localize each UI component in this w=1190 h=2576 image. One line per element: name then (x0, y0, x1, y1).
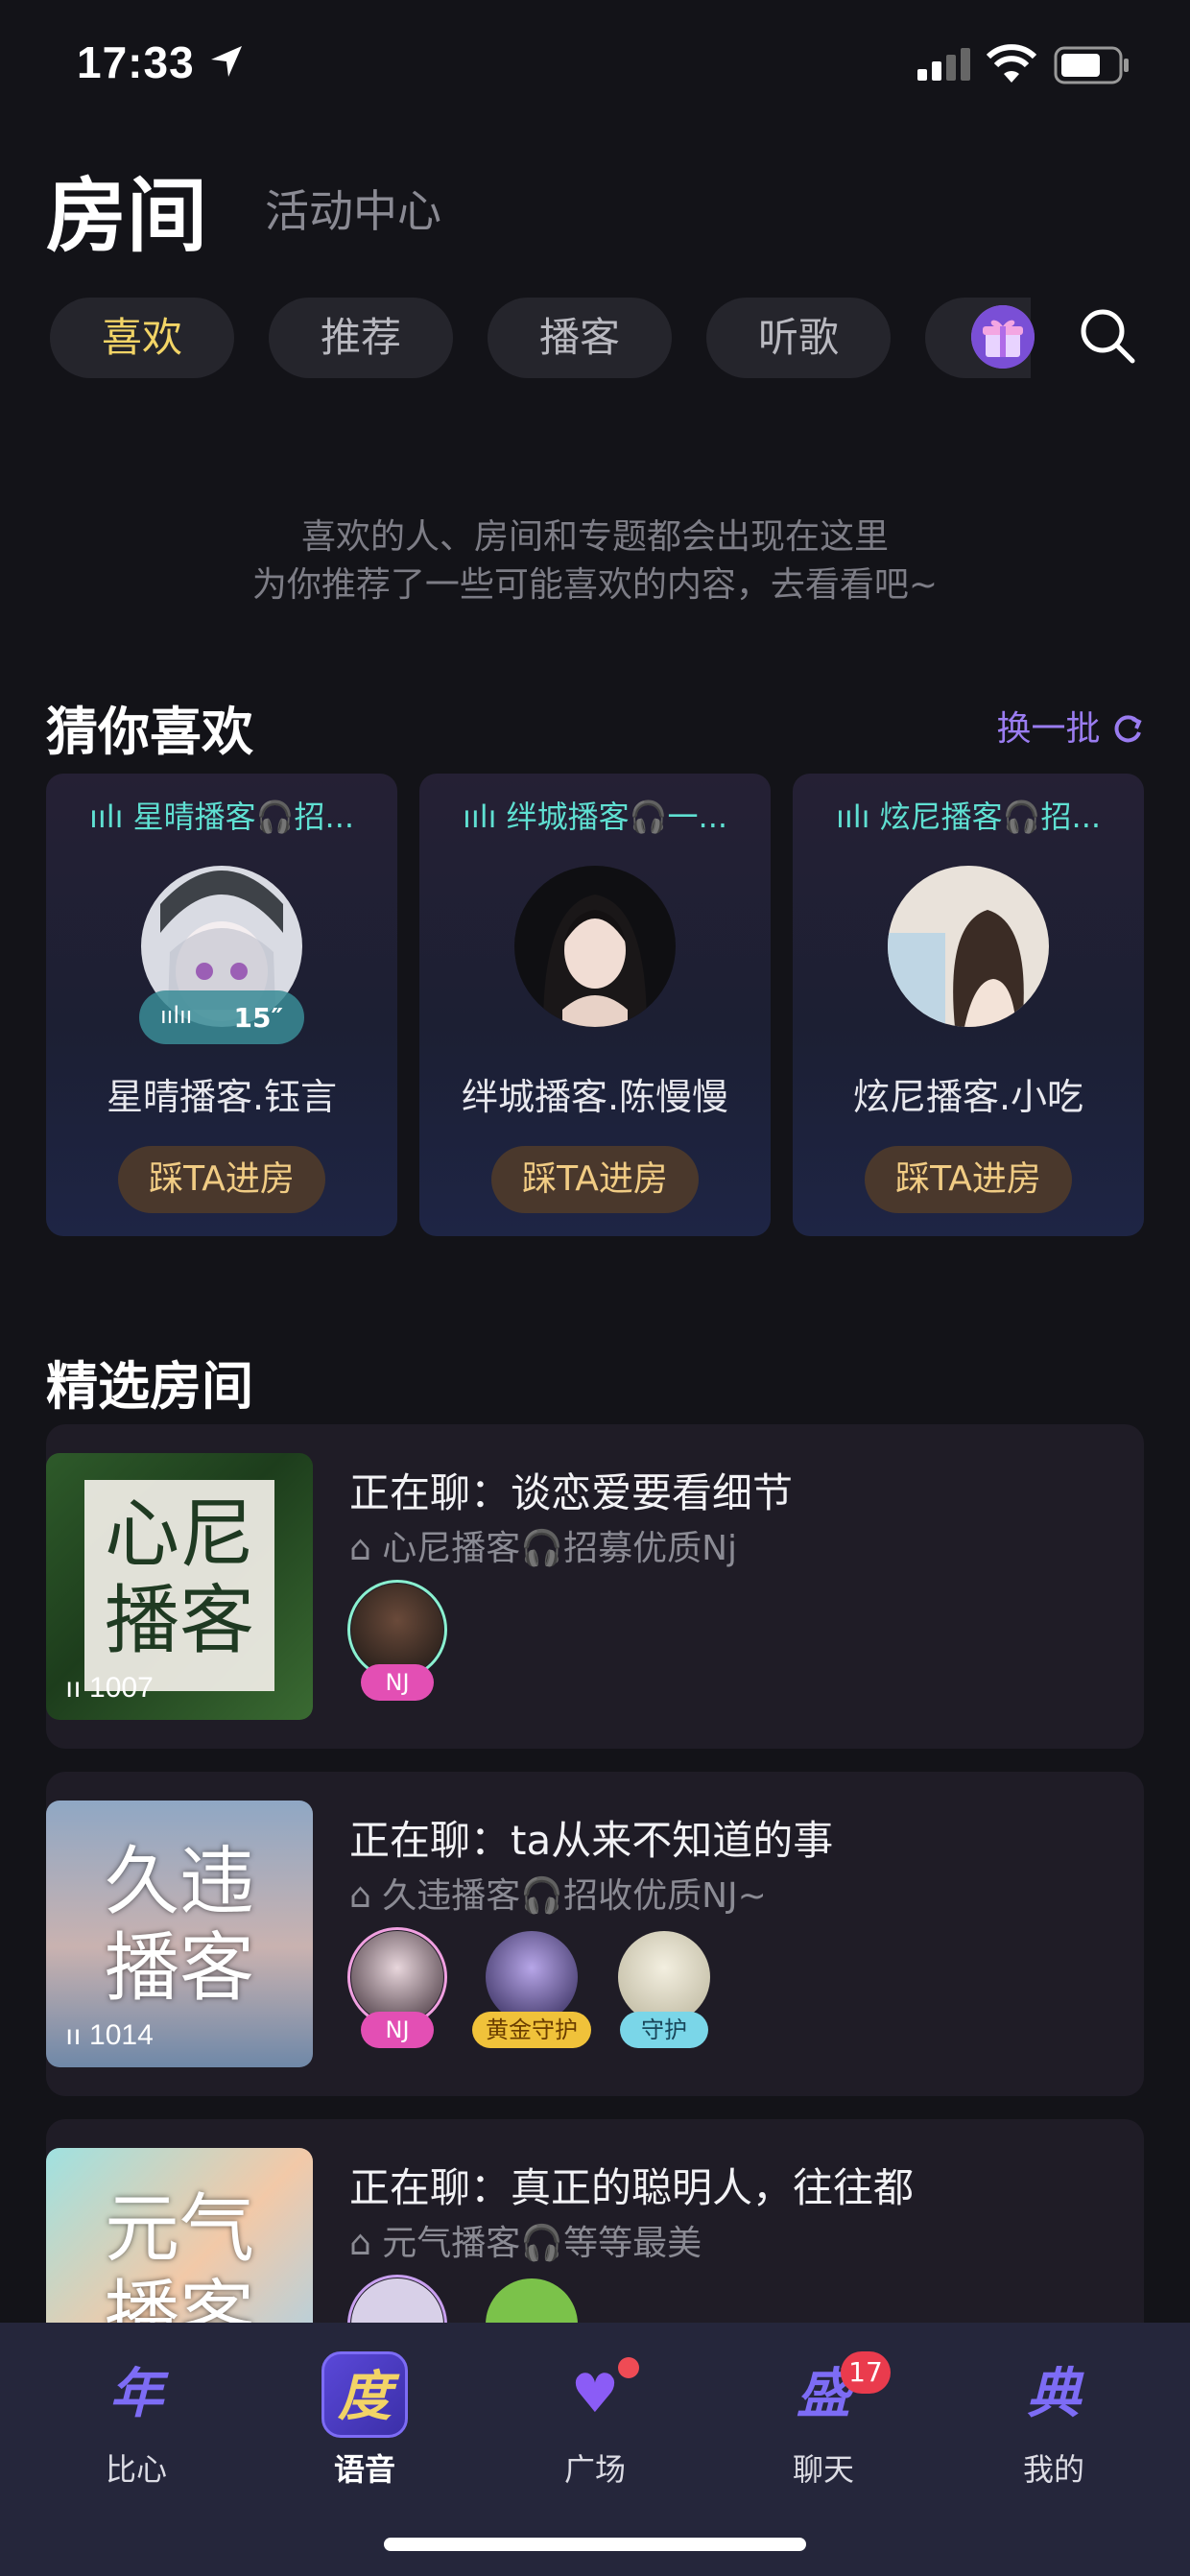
nav-label: 语音 (333, 2451, 395, 2488)
tab-gift[interactable] (925, 298, 1035, 378)
live-room-label: ıılı 绊城播客🎧一... (462, 799, 728, 835)
tab-music[interactable]: 听歌 (706, 298, 891, 378)
avatar (514, 866, 676, 1027)
room-topic: 正在聊：真正的聪明人，往往都 (349, 2164, 915, 2211)
nav-label: 聊天 (792, 2451, 854, 2488)
nav-chat[interactable]: 盛 17 聊天 (727, 2351, 919, 2490)
seat-avatar[interactable] (618, 1931, 710, 2023)
cover-title: 心尼 播客 (104, 1491, 254, 1664)
recommend-card[interactable]: ıılı 星晴播客🎧招... ıılıı 15″ 星晴播客.钰言 踩TA进房 (46, 774, 397, 1236)
cover-title: 久违 播客 (104, 1839, 254, 2012)
status-time: 17:33 (77, 37, 195, 87)
home-icon: ⌂ (349, 1529, 383, 1568)
voice-intro-button[interactable]: ıılıı 15″ (139, 990, 304, 1044)
battery-icon (1054, 46, 1129, 84)
listener-bars-icon: ıı (65, 1672, 90, 1704)
host-name: 星晴播客.钰言 (106, 1076, 338, 1118)
activity-center-link[interactable]: 活动中心 (265, 177, 441, 240)
room-name: ⌂ 久违播客🎧招收优质NJ~ (349, 1876, 767, 1916)
nav-label: 广场 (563, 2451, 626, 2488)
nav-me[interactable]: 典 我的 (958, 2351, 1150, 2490)
wifi-icon (987, 44, 1036, 83)
nav-bixin[interactable]: 年 比心 (40, 2351, 232, 2490)
voice-icon: 度 (321, 2351, 408, 2438)
enter-room-button[interactable]: 踩TA进房 (491, 1146, 699, 1213)
tab-podcast[interactable]: 播客 (488, 298, 672, 378)
refresh-batch-button[interactable]: 换一批 (997, 701, 1144, 751)
featured-section-title: 精选房间 (46, 1356, 253, 1417)
room-topic: 正在聊：ta从来不知道的事 (349, 1817, 834, 1864)
seat-avatar[interactable] (351, 1584, 443, 1676)
home-icon: ⌂ (349, 1876, 383, 1916)
home-icon: ⌂ (349, 2224, 383, 2263)
gold-guard-tag: 黄金守护 (472, 2012, 591, 2048)
listener-count: ıı 1007 (65, 1672, 154, 1704)
location-arrow-icon (211, 46, 242, 77)
page-title: 房间 (46, 169, 208, 263)
voice-duration: 15″ (233, 1002, 283, 1034)
seat-avatar[interactable] (486, 1931, 578, 2023)
seat-avatar[interactable] (351, 1931, 443, 2023)
profile-icon: 典 (1027, 2363, 1081, 2425)
room-cover: 心尼 播客 ıı 1007 (46, 1453, 313, 1720)
enter-room-button[interactable]: 踩TA进房 (118, 1146, 325, 1213)
gift-icon (971, 305, 1035, 369)
listener-count: ıı 1014 (65, 2019, 154, 2051)
room-card[interactable]: 久违 播客 ıı 1014 正在聊：ta从来不知道的事 ⌂ 久违播客🎧招收优质NJ… (46, 1772, 1144, 2096)
refresh-icon (1114, 715, 1142, 743)
bixin-icon: 年 (109, 2363, 163, 2425)
empty-hint-line-1: 喜欢的人、房间和专题都会出现在这里 (300, 517, 889, 557)
host-name: 炫尼播客.小吃 (852, 1076, 1084, 1118)
room-card[interactable]: 心尼 播客 ıı 1007 正在聊：谈恋爱要看细节 ⌂ 心尼播客🎧招募优质Nj N… (46, 1424, 1144, 1749)
home-indicator[interactable] (384, 2538, 806, 2551)
cellular-signal-icon (917, 48, 970, 81)
nj-tag: NJ (361, 2012, 434, 2048)
room-cover: 久违 播客 ıı 1014 (46, 1801, 313, 2067)
live-room-label: ıılı 炫尼播客🎧招... (835, 799, 1102, 835)
nav-label: 我的 (1022, 2451, 1084, 2488)
nav-label: 比心 (105, 2451, 167, 2488)
nav-square[interactable]: ♥ 广场 (499, 2351, 691, 2490)
recommend-card[interactable]: ıılı 炫尼播客🎧招... 炫尼播客.小吃 踩TA进房 (793, 774, 1144, 1236)
guess-section-title: 猜你喜欢 (46, 702, 253, 762)
unread-badge: 17 (841, 2351, 891, 2394)
refresh-label: 换一批 (996, 709, 1101, 749)
recommend-card[interactable]: ıılı 绊城播客🎧一... 绊城播客.陈慢慢 踩TA进房 (419, 774, 771, 1236)
nj-tag: NJ (361, 1664, 434, 1701)
live-bars-icon: ıılı (835, 799, 880, 835)
tab-recommend[interactable]: 推荐 (269, 298, 453, 378)
avatar (888, 866, 1049, 1027)
listener-bars-icon: ıı (65, 2019, 90, 2051)
live-bars-icon: ıılı (88, 799, 133, 835)
host-name: 绊城播客.陈慢慢 (461, 1076, 729, 1118)
room-name: ⌂ 元气播客🎧等等最美 (349, 2224, 702, 2263)
room-topic: 正在聊：谈恋爱要看细节 (349, 1469, 794, 1516)
guard-tag: 守护 (620, 2012, 708, 2048)
notification-dot (618, 2357, 639, 2378)
status-bar: 17:33 (0, 0, 1190, 134)
tab-like[interactable]: 喜欢 (50, 298, 234, 378)
live-room-label: ıılı 星晴播客🎧招... (88, 799, 355, 835)
enter-room-button[interactable]: 踩TA进房 (865, 1146, 1072, 1213)
search-icon[interactable] (1077, 305, 1138, 367)
live-bars-icon: ıılı (462, 799, 507, 835)
empty-hint-line-2: 为你推荐了一些可能喜欢的内容，去看看吧~ (251, 565, 939, 605)
sound-wave-icon: ıılıı (160, 1002, 193, 1029)
nav-voice[interactable]: 度 语音 (269, 2351, 461, 2490)
room-name: ⌂ 心尼播客🎧招募优质Nj (349, 1529, 738, 1568)
